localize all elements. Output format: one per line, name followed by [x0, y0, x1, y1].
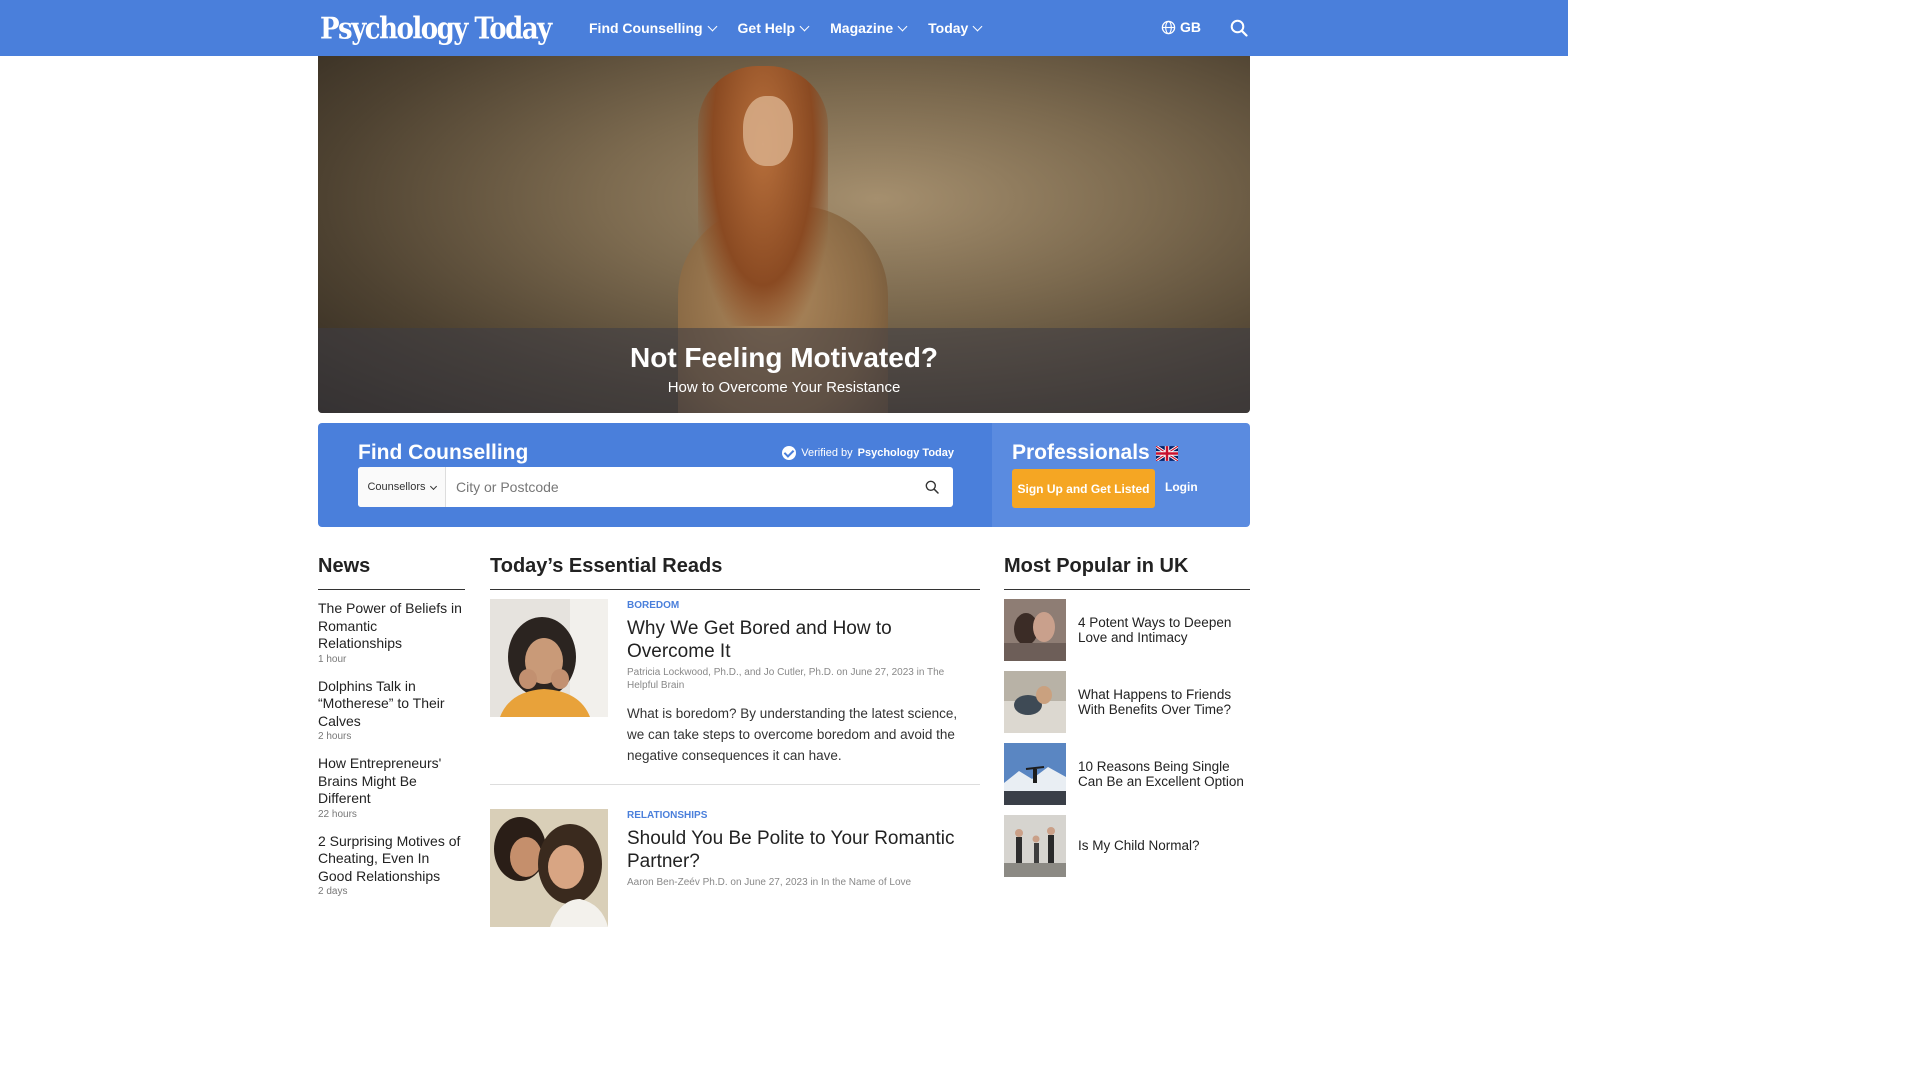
uk-flag-icon [1155, 445, 1178, 461]
chevron-down-icon [707, 21, 717, 31]
article-thumbnail[interactable] [490, 599, 608, 717]
bored-woman-image [490, 599, 608, 717]
article-tag[interactable]: RELATIONSHIPS [627, 810, 972, 821]
nav-magazine[interactable]: Magazine [830, 20, 908, 36]
popular-title: What Happens to Friends With Benefits Ov… [1078, 686, 1232, 718]
counselling-search-box: Counsellors [358, 467, 953, 507]
search-icon [925, 480, 939, 494]
nav-today[interactable]: Today [928, 20, 983, 36]
search-icon[interactable] [1230, 19, 1248, 37]
article-title[interactable]: Should You Be Polite to Your Romantic Pa… [627, 827, 972, 873]
friends-bed-image [1004, 671, 1066, 733]
popular-thumbnail[interactable] [1004, 743, 1066, 805]
article-card[interactable]: BOREDOM Why We Get Bored and How to Over… [490, 599, 980, 785]
globe-icon [1161, 20, 1176, 34]
professionals-panel: Professionals Sign Up and Get Listed Log… [992, 423, 1250, 527]
find-counselling-title: Find Counselling [358, 441, 529, 464]
popular-title: 4 Potent Ways to Deepen Love and Intimac… [1078, 614, 1232, 646]
chevron-down-icon [972, 21, 983, 31]
region-selector[interactable]: GB [1161, 19, 1201, 35]
news-heading: News [318, 555, 465, 590]
popular-thumbnail[interactable] [1004, 671, 1066, 733]
couple-image [490, 809, 608, 927]
hero-banner[interactable]: Not Feeling Motivated? How to Overcome Y… [318, 56, 1250, 413]
hero-image-face [743, 96, 793, 166]
region-label: GB [1180, 19, 1201, 35]
main-nav: Find Counselling Get Help Magazine Today [589, 0, 983, 56]
chevron-down-icon [429, 482, 437, 490]
verified-badge: Verified by Psychology Today [782, 446, 954, 460]
news-item[interactable]: How Entrepreneurs' Brains Might Be Diffe… [318, 755, 465, 820]
essential-reads-list: BOREDOM Why We Get Bored and How to Over… [490, 599, 980, 1019]
article-title[interactable]: Why We Get Bored and How to Overcome It [627, 617, 972, 663]
search-submit-button[interactable] [911, 467, 953, 507]
popular-title: 10 Reasons Being Single Can Be an Excell… [1078, 758, 1244, 790]
news-item[interactable]: Dolphins Talk in “Motherese” to Their Ca… [318, 678, 465, 743]
most-popular-heading: Most Popular in UK [1004, 555, 1250, 590]
article-description: What is boredom? By understanding the la… [627, 706, 958, 763]
hero-title[interactable]: Not Feeling Motivated? [318, 342, 1250, 374]
article-meta: Patricia Lockwood, Ph.D., and Jo Cutler,… [627, 667, 945, 691]
counsellor-type-select[interactable]: Counsellors [358, 467, 446, 507]
news-item[interactable]: The Power of Beliefs in Romantic Relatio… [318, 600, 465, 665]
family-image [1004, 815, 1066, 877]
article-thumbnail[interactable] [490, 809, 608, 927]
essential-reads-heading: Today’s Essential Reads [490, 555, 980, 590]
popular-thumbnail[interactable] [1004, 815, 1066, 877]
article-body: BOREDOM Why We Get Bored and How to Over… [627, 599, 972, 766]
article-tag[interactable]: BOREDOM [627, 600, 972, 611]
nav-find-counselling[interactable]: Find Counselling [589, 20, 717, 36]
popular-item[interactable]: What Happens to Friends With Benefits Ov… [1004, 671, 1250, 733]
hero-subtitle: How to Overcome Your Resistance [667, 379, 901, 396]
city-postcode-input[interactable] [446, 467, 911, 507]
chevron-down-icon [799, 21, 810, 31]
article-body: RELATIONSHIPS Should You Be Polite to Yo… [627, 809, 972, 889]
popular-item[interactable]: 10 Reasons Being Single Can Be an Excell… [1004, 743, 1250, 805]
news-item[interactable]: 2 Surprising Motives of Cheating, Even I… [318, 833, 465, 898]
news-list: The Power of Beliefs in Romantic Relatio… [318, 600, 465, 910]
couple-embrace-image [1004, 599, 1066, 661]
check-circle-icon [782, 446, 797, 460]
popular-thumbnail[interactable] [1004, 599, 1066, 661]
article-meta: Aaron Ben-Zeév Ph.D. on June 27, 2023 in… [627, 877, 912, 888]
login-link[interactable]: Login [1165, 480, 1198, 494]
top-navigation-bar: Psychology Today Find Counselling Get He… [0, 0, 1568, 56]
professionals-title: Professionals [1012, 441, 1178, 465]
popular-item[interactable]: 4 Potent Ways to Deepen Love and Intimac… [1004, 599, 1250, 661]
nav-get-help[interactable]: Get Help [738, 20, 810, 36]
mountain-person-image [1004, 743, 1066, 805]
sign-up-button[interactable]: Sign Up and Get Listed [1012, 469, 1155, 508]
popular-title: Is My Child Normal? [1078, 838, 1200, 854]
most-popular-list: 4 Potent Ways to Deepen Love and Intimac… [1004, 599, 1250, 887]
popular-item[interactable]: Is My Child Normal? [1004, 815, 1250, 877]
article-card[interactable]: RELATIONSHIPS Should You Be Polite to Yo… [490, 809, 980, 1019]
chevron-down-icon [897, 21, 908, 31]
find-counselling-panel: Find Counselling Verified by Psychology … [318, 423, 992, 527]
psychology-today-logo[interactable]: Psychology Today [320, 12, 552, 47]
